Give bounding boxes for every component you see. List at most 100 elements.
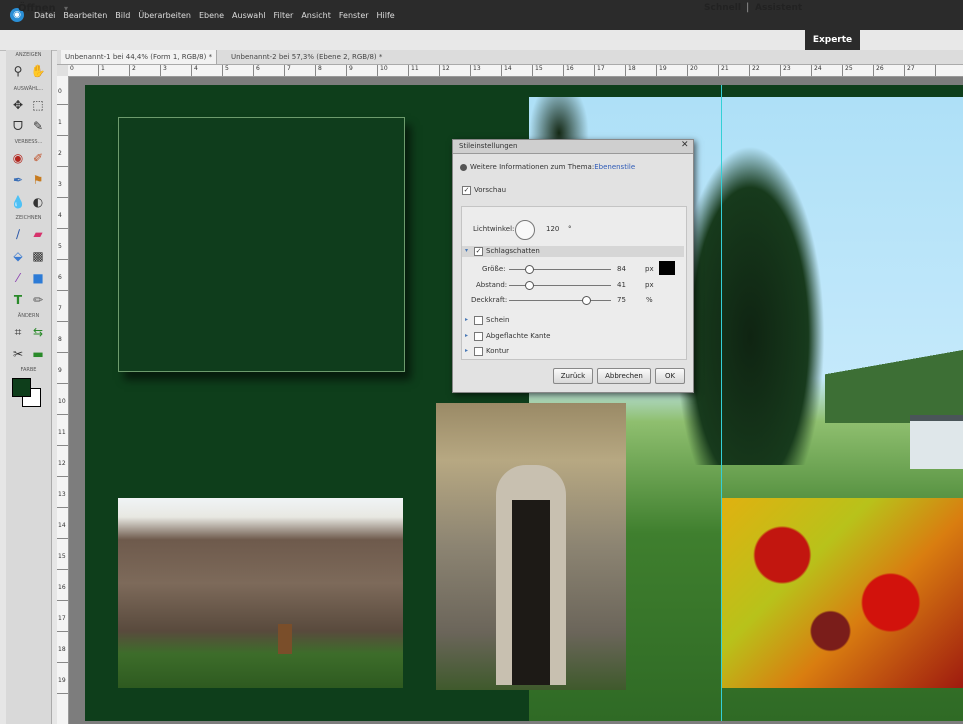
menu-auswahl[interactable]: Auswahl — [232, 11, 265, 20]
bevel-checkbox[interactable] — [474, 332, 483, 341]
distance-slider-track[interactable] — [509, 285, 611, 286]
guide-line[interactable] — [721, 85, 722, 721]
ruler-h-label: 21 — [721, 65, 729, 72]
ruler-v-label: 16 — [58, 584, 66, 591]
menu-ansicht[interactable]: Ansicht — [301, 11, 331, 20]
clone-stamp-tool-icon[interactable]: ⚑ — [29, 171, 47, 189]
light-angle-dial[interactable] — [515, 220, 535, 240]
recompose-tool-icon[interactable]: ⇆ — [29, 323, 47, 341]
blur-tool-icon[interactable]: 💧 — [9, 193, 27, 211]
mode-schnell-tab[interactable]: Schnell — [704, 3, 741, 13]
document-tab-2[interactable]: Unbenannt-2 bei 57,3% (Ebene 2, RGB/8) * — [227, 50, 386, 64]
red-eye-tool-icon[interactable]: ◉ — [9, 149, 27, 167]
smart-brush-tool-icon[interactable]: ✒ — [9, 171, 27, 189]
menu-bearbeiten[interactable]: Bearbeiten — [63, 11, 107, 20]
expand-triangle-icon[interactable]: ▾ — [465, 247, 468, 254]
preview-checkbox[interactable]: ✓ — [462, 186, 471, 195]
menu-filter[interactable]: Filter — [274, 11, 294, 20]
open-dropdown-icon[interactable]: ▾ — [64, 4, 68, 13]
open-button[interactable]: Öffnen — [18, 3, 56, 14]
shadow-color-swatch[interactable] — [659, 261, 675, 275]
paint-bucket-tool-icon[interactable]: ⬙ — [9, 247, 27, 265]
pencil-tool-icon[interactable]: ✏ — [29, 291, 47, 309]
distance-value[interactable]: 41 — [617, 281, 626, 289]
ruler-v-label: 8 — [58, 336, 62, 343]
menu-bild[interactable]: Bild — [115, 11, 130, 20]
ruler-v-label: 2 — [58, 150, 62, 157]
opacity-unit: % — [646, 296, 653, 304]
empty-frame-with-shadow[interactable] — [118, 117, 405, 372]
move-tool-icon[interactable]: ✥ — [9, 96, 27, 114]
menu-hilfe[interactable]: Hilfe — [377, 11, 395, 20]
horizontal-ruler[interactable]: 0 1 2 3 4 5 6 7 8 9 10 11 12 13 14 15 16 17 18 19 20 21 22 23 24… — [68, 65, 963, 77]
ruler-h-label: 1 — [101, 65, 105, 72]
expand-triangle-icon[interactable]: ▸ — [465, 347, 468, 354]
crop-tool-icon[interactable]: ⌗ — [9, 323, 27, 341]
foreground-color-swatch[interactable] — [12, 378, 31, 397]
expand-triangle-icon[interactable]: ▸ — [465, 316, 468, 323]
menu-ueberarbeiten[interactable]: Überarbeiten — [138, 11, 191, 20]
content-aware-move-tool-icon[interactable]: ✂ — [9, 345, 27, 363]
gradient-tool-icon[interactable]: ▩ — [29, 247, 47, 265]
marquee-tool-icon[interactable]: ⬚ — [29, 96, 47, 114]
close-icon[interactable]: ✕ — [681, 140, 689, 150]
straighten-tool-icon[interactable]: ▬ — [29, 345, 47, 363]
mode-assistent-tab[interactable]: Assistent — [755, 3, 802, 13]
menu-items: Datei Bearbeiten Bild Überarbeiten Ebene… — [34, 0, 403, 30]
menu-ebene[interactable]: Ebene — [199, 11, 224, 20]
stroke-label: Kontur — [486, 347, 510, 355]
ruler-v-label: 3 — [58, 181, 62, 188]
reset-button[interactable]: Zurück — [553, 368, 593, 384]
photo-vine-leaves[interactable] — [722, 498, 963, 688]
hand-tool-icon[interactable]: ✋ — [29, 62, 47, 80]
sponge-tool-icon[interactable]: ◐ — [29, 193, 47, 211]
ruler-h-label: 26 — [876, 65, 884, 72]
info-link[interactable]: Ebenenstile — [594, 163, 635, 171]
lasso-tool-icon[interactable]: ᗜ — [9, 117, 27, 135]
section-zeichnen: ZEICHNEN — [15, 215, 42, 221]
ruler-h-label: 25 — [845, 65, 853, 72]
photo-stone-wall[interactable] — [118, 498, 403, 688]
quick-selection-tool-icon[interactable]: ✎ — [29, 117, 47, 135]
ruler-h-label: 12 — [442, 65, 450, 72]
shape-tool-icon[interactable]: ■ — [29, 269, 47, 287]
ruler-h-label: 10 — [380, 65, 388, 72]
opacity-slider-track[interactable] — [509, 300, 611, 301]
drop-shadow-checkbox[interactable]: ✓ — [474, 247, 483, 256]
ruler-v-label: 4 — [58, 212, 62, 219]
zoom-tool-icon[interactable]: ⚲ — [9, 62, 27, 80]
document-tab-1[interactable]: Unbenannt-1 bei 44,4% (Form 1, RGB/8) * — [61, 50, 218, 64]
ruler-v-label: 0 — [58, 88, 62, 95]
light-angle-unit: ° — [568, 225, 572, 233]
section-auswaehlen: AUSWÄHL... — [13, 86, 44, 92]
ruler-v-label: 5 — [58, 243, 62, 250]
ruler-corner — [57, 65, 68, 76]
opacity-slider-thumb[interactable] — [581, 296, 591, 305]
ruler-h-label: 17 — [597, 65, 605, 72]
expand-triangle-icon[interactable]: ▸ — [465, 332, 468, 339]
ruler-h-label: 14 — [504, 65, 512, 72]
size-value[interactable]: 84 — [617, 265, 626, 273]
ruler-h-label: 13 — [473, 65, 481, 72]
ruler-h-label: 15 — [535, 65, 543, 72]
ok-button[interactable]: OK — [655, 368, 685, 384]
glow-checkbox[interactable] — [474, 316, 483, 325]
size-slider-track[interactable] — [509, 269, 611, 270]
document-tabs: Unbenannt-1 bei 44,4% (Form 1, RGB/8) * … — [57, 50, 963, 65]
spot-healing-tool-icon[interactable]: ✐ — [29, 149, 47, 167]
menu-fenster[interactable]: Fenster — [339, 11, 369, 20]
light-angle-value[interactable]: 120 — [546, 225, 559, 233]
eyedropper-tool-icon[interactable]: ⁄ — [9, 269, 27, 287]
type-tool-icon[interactable]: T — [9, 291, 27, 309]
ruler-h-label: 6 — [256, 65, 260, 72]
opacity-value[interactable]: 75 — [617, 296, 626, 304]
vertical-ruler[interactable]: 0 1 2 3 4 5 6 7 8 9 10 11 12 13 14 15 16 17 18 19 — [57, 76, 69, 724]
ruler-v-label: 13 — [58, 491, 66, 498]
stroke-checkbox[interactable] — [474, 347, 483, 356]
brush-tool-icon[interactable]: ∕ — [9, 225, 27, 243]
eraser-tool-icon[interactable]: ▰ — [29, 225, 47, 243]
cancel-button[interactable]: Abbrechen — [597, 368, 651, 384]
mode-experte-tab[interactable]: Experte — [805, 30, 860, 50]
ruler-v-label: 6 — [58, 274, 62, 281]
drop-shadow-label: Schlagschatten — [486, 247, 540, 255]
